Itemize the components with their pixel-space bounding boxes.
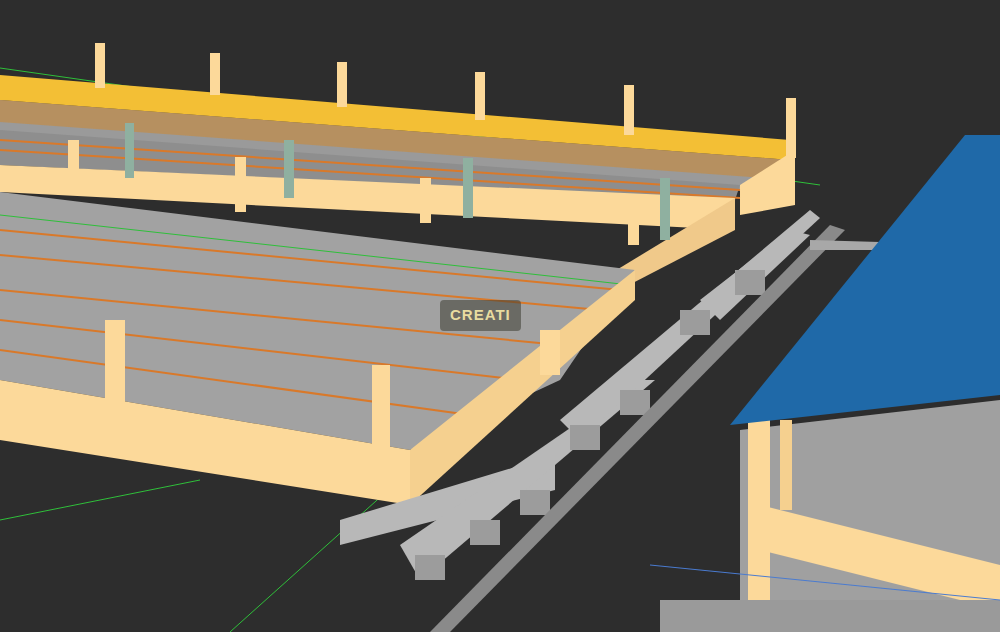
watermark: CREATI: [440, 300, 521, 331]
viewport[interactable]: CREATI: [0, 0, 1000, 632]
